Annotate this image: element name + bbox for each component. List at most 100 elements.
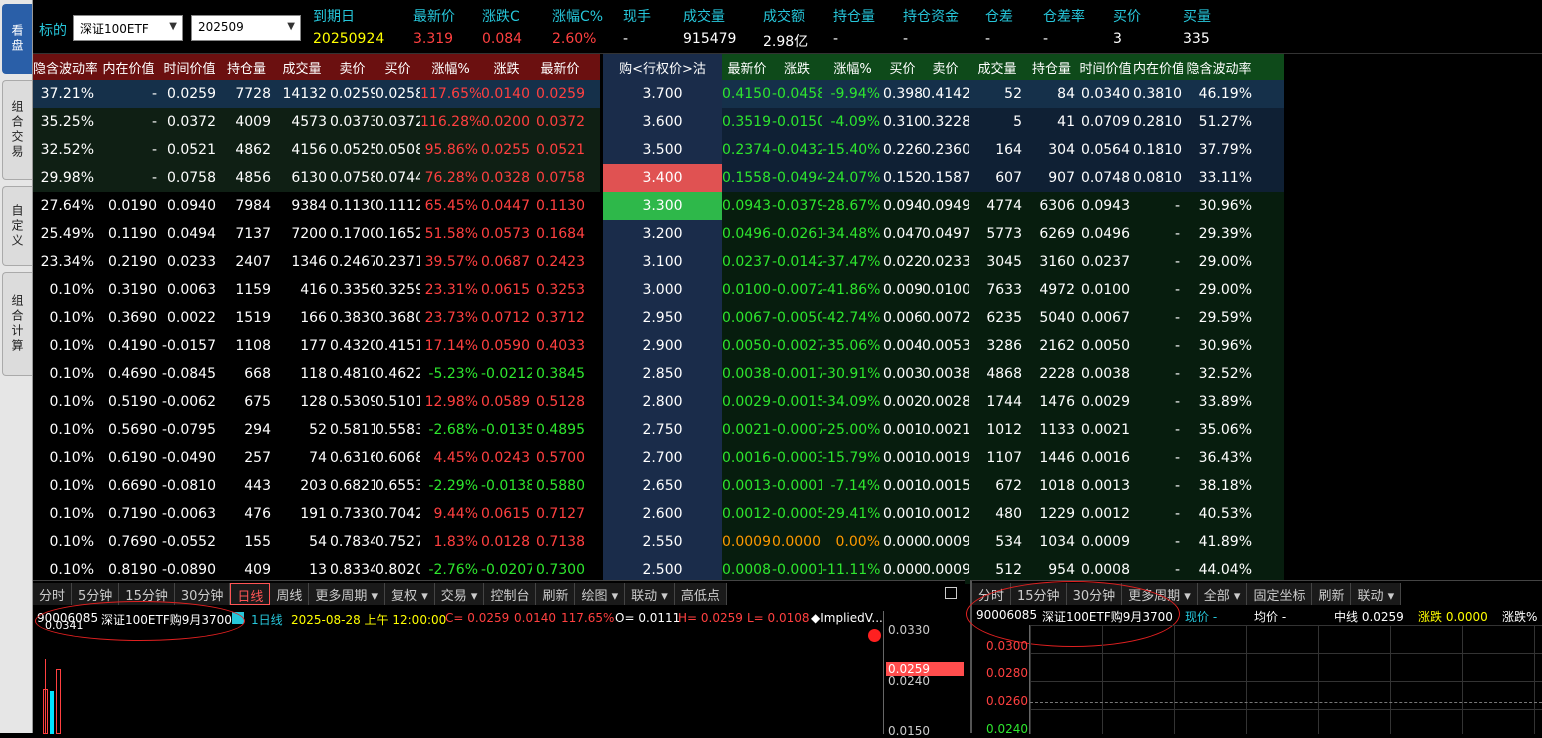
put-row[interactable]: 0.0237-0.0142-37.47%0.02290.023330453160… [722,248,1284,276]
call-column-header[interactable]: 内在价值 [97,58,160,77]
kline-toolbar-button[interactable]: 周线 [270,583,310,605]
strike-cell[interactable]: 2.850 [603,360,722,388]
strike-header[interactable]: 购<行权价>沽 [603,54,722,80]
kline-toolbar-button[interactable]: 高低点 [675,583,727,605]
strike-cell[interactable]: 2.750 [603,416,722,444]
call-column-header[interactable]: 买价 [375,58,420,77]
call-row[interactable]: 27.64% 0.0190 0.0940 7984 9384 0.1130 0.1112 65… [33,192,600,220]
put-column-header[interactable]: 买价 [883,58,922,77]
put-row[interactable]: 0.0943-0.0379-28.67%0.09460.094947746306… [722,192,1284,220]
intraday-toolbar-button[interactable]: 全部 ▾ [1198,583,1248,605]
call-column-header[interactable]: 隐含波动率 [33,58,97,77]
call-row[interactable]: 0.10% 0.3690 0.0022 1519 166 0.3830 0.3680 23.7… [33,304,600,332]
call-column-header[interactable]: 持仓量 [219,58,274,77]
strike-cell[interactable]: 3.500 [603,136,722,164]
vtab-zuhe-jisuan[interactable]: 组合计算 [2,272,32,376]
maximize-icon[interactable] [945,587,957,599]
strike-cell[interactable]: 3.300 [603,192,722,220]
call-row[interactable]: 29.98% -0.0758 4856 6130 0.0758 0.0744 76.28% 0… [33,164,600,192]
call-row[interactable]: 0.10% 0.3190 0.0063 1159 416 0.3356 0.3259 23.3… [33,276,600,304]
call-column-header[interactable]: 卖价 [330,58,375,77]
call-column-header[interactable]: 涨跌 [481,58,532,77]
strike-cell[interactable]: 2.950 [603,304,722,332]
put-column-header[interactable]: 涨幅% [822,58,883,77]
put-column-header[interactable]: 卖价 [922,58,969,77]
strike-cell[interactable]: 3.400 [603,164,722,192]
call-cell: 4156 [291,142,327,158]
kline-toolbar-button[interactable]: 日线 [230,583,271,605]
strike-cell[interactable]: 3.000 [603,276,722,304]
put-row[interactable]: 0.3519-0.0150 -4.09%0.31020.3228 5 41 0.0709… [722,108,1284,136]
kline-toolbar-button[interactable]: 控制台 [484,583,537,605]
put-column-header[interactable]: 最新价 [722,58,772,77]
put-row[interactable]: 0.4150-0.0458 -9.94%0.39800.4142 52 84 0.034… [722,80,1284,108]
intraday-toolbar-button[interactable]: 联动 ▾ [1351,583,1402,605]
kline-indicator[interactable]: ◆ImpliedV... [811,611,883,625]
put-column-header[interactable]: 持仓量 [1025,58,1078,77]
strike-cell[interactable]: 2.550 [603,528,722,556]
call-cell: 29.98% [40,170,94,186]
strike-cell[interactable]: 2.800 [603,388,722,416]
kline-toolbar-button[interactable]: 30分钟 [175,583,231,605]
put-column-header[interactable]: 成交量 [969,58,1025,77]
call-column-header[interactable]: 时间价值 [160,58,219,77]
call-row[interactable]: 23.34% 0.2190 0.0233 2407 1346 0.2467 0.2371 39… [33,248,600,276]
strike-cell[interactable]: 3.700 [603,80,722,108]
kline-toolbar-button[interactable]: 更多周期 ▾ [309,583,386,605]
put-row[interactable]: 0.0021-0.0007-25.00%0.00150.002110121133… [722,416,1284,444]
alert-icon[interactable] [868,629,881,642]
strike-cell[interactable]: 2.650 [603,472,722,500]
put-row[interactable]: 0.0067-0.0050-42.74%0.00680.007262355040… [722,304,1284,332]
call-column-header[interactable]: 涨幅% [420,58,481,77]
put-row[interactable]: 0.00090.00000.00%0.00080.000953410340.00… [722,528,1284,556]
put-row[interactable]: 0.0012-0.0005-29.41%0.00110.001248012290… [722,500,1284,528]
call-row[interactable]: 37.21% -0.0259 7728 14132 0.0259 0.0258 117.65… [33,80,600,108]
put-column-header[interactable]: 隐含波动率 [1183,58,1255,77]
put-row[interactable]: 0.0038-0.0017-30.91%0.00370.003848682228… [722,360,1284,388]
put-column-header[interactable]: 时间价值 [1078,58,1133,77]
call-row[interactable]: 35.25% -0.0372 4009 4573 0.0373 0.0372 116.28%… [33,108,600,136]
strike-cell[interactable]: 2.900 [603,332,722,360]
put-column-header[interactable]: 涨跌 [772,58,822,77]
vtab-zuhe-jiaoyi[interactable]: 组合交易 [2,80,32,180]
underlying-select[interactable]: 深证100ETF ▼ [73,15,183,41]
strike-cell[interactable]: 3.200 [603,220,722,248]
call-column-header[interactable]: 最新价 [532,58,588,77]
kline-toolbar-button[interactable]: 分时 [33,583,73,605]
strike-cell[interactable]: 2.700 [603,444,722,472]
put-cell: 0.0748 [1081,170,1130,186]
call-row[interactable]: 0.10% 0.4190 -0.0157 1108 177 0.4320 0.4151 17.… [33,332,600,360]
vtab-kanpan[interactable]: 看盘 [2,4,32,74]
month-select[interactable]: 202509 ▼ [191,15,301,41]
put-row[interactable]: 0.0016-0.0003-15.79%0.00120.001911071446… [722,444,1284,472]
kline-toolbar-button[interactable]: 绘图 ▾ [575,583,626,605]
call-row[interactable]: 0.10% 0.6190 -0.0490 257 74 0.6316 0.6068 4.45%… [33,444,600,472]
put-row[interactable]: 0.0029-0.0015-34.09%0.00230.002817441476… [722,388,1284,416]
vtab-zidingyi[interactable]: 自定义 [2,186,32,266]
call-column-header[interactable]: 成交量 [274,58,330,77]
put-row[interactable]: 0.0496-0.0261-34.48%0.04780.049757736269… [722,220,1284,248]
kline-toolbar-button[interactable]: 复权 ▾ [385,583,435,605]
strike-cell[interactable]: 3.600 [603,108,722,136]
intraday-toolbar-button[interactable]: 固定坐标 [1247,583,1313,605]
put-row[interactable]: 0.0013-0.0001-7.14%0.00110.001567210180.… [722,472,1284,500]
call-row[interactable]: 0.10% 0.5690 -0.0795 294 52 0.5811 0.5583 -2.68… [33,416,600,444]
strike-cell[interactable]: 3.100 [603,248,722,276]
put-row[interactable]: 0.0050-0.0027-35.06%0.00490.005332862162… [722,332,1284,360]
call-row[interactable]: 0.10% 0.7690 -0.0552 155 54 0.7834 0.7527 1.83%… [33,528,600,556]
intraday-toolbar-button[interactable]: 刷新 [1312,583,1352,605]
put-row[interactable]: 0.0100-0.0072-41.86%0.00990.010076334972… [722,276,1284,304]
call-row[interactable]: 0.10% 0.6690 -0.0810 443 203 0.6821 0.6553 -2.2… [33,472,600,500]
call-row[interactable]: 0.10% 0.7190 -0.0063 476 191 0.7330 0.7042 9.44… [33,500,600,528]
kline-toolbar-button[interactable]: 刷新 [536,583,576,605]
call-row[interactable]: 32.52% -0.0521 4862 4156 0.0525 0.0508 95.86% 0… [33,136,600,164]
strike-cell[interactable]: 2.600 [603,500,722,528]
call-row[interactable]: 0.10% 0.5190 -0.0062 675 128 0.5309 0.5101 12.9… [33,388,600,416]
call-row[interactable]: 0.10% 0.4690 -0.0845 668 118 0.4810 0.4622 -5.2… [33,360,600,388]
put-row[interactable]: 0.2374-0.0432-15.40%0.22680.2360 164 304 0.… [722,136,1284,164]
put-column-header[interactable]: 内在价值 [1133,58,1183,77]
kline-toolbar-button[interactable]: 联动 ▾ [625,583,675,605]
kline-toolbar-button[interactable]: 交易 ▾ [435,583,485,605]
put-row[interactable]: 0.1558-0.0494-24.07%0.15250.1587 607 907 0.… [722,164,1284,192]
call-row[interactable]: 25.49% 0.1190 0.0494 7137 7200 0.1700 0.1652 51… [33,220,600,248]
